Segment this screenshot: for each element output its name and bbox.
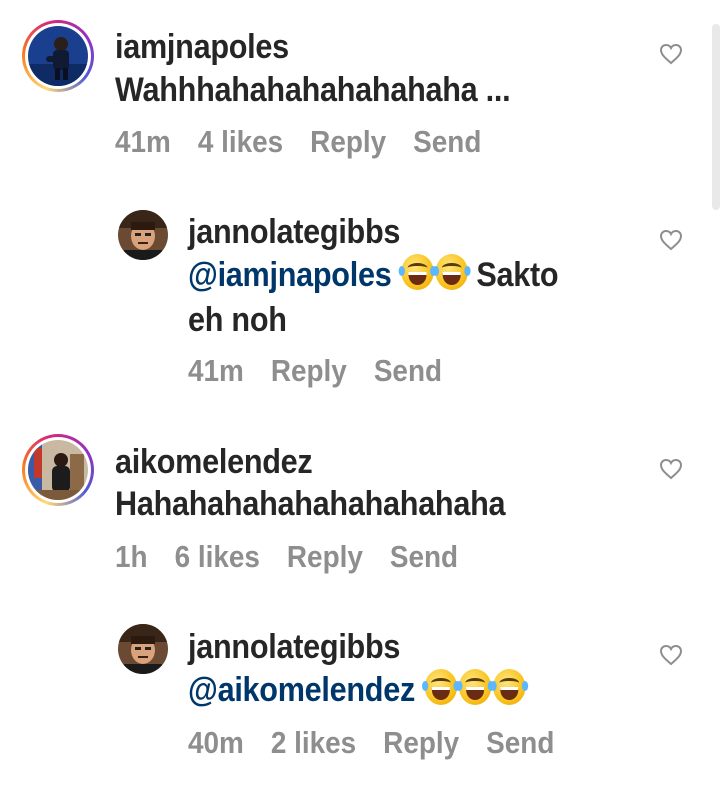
heart-icon[interactable] [659, 229, 683, 251]
heart-icon[interactable] [659, 458, 683, 480]
avatar-story-ring[interactable] [22, 20, 94, 92]
comment-time: 41m [188, 353, 244, 388]
reply-button[interactable]: Reply [310, 124, 386, 159]
heart-icon[interactable] [659, 43, 683, 65]
send-button[interactable]: Send [374, 353, 442, 388]
send-button[interactable]: Send [413, 124, 481, 159]
comment-username[interactable]: aikomelendez [115, 443, 313, 482]
avatar[interactable] [118, 210, 168, 260]
comment-time: 1h [115, 539, 148, 574]
mention-link[interactable]: @aikomelendez [188, 671, 415, 709]
avatar-story-ring[interactable] [22, 434, 94, 506]
reply-button[interactable]: Reply [287, 539, 363, 574]
comment-username[interactable]: iamjnapoles [115, 28, 289, 67]
comment-time: 40m [188, 725, 244, 760]
comment-meta: 41m Reply Send [188, 353, 469, 389]
likes-count[interactable]: 6 likes [175, 539, 260, 574]
avatar [28, 440, 88, 500]
comment-username[interactable]: jannolategibbs [188, 628, 400, 667]
comment-username[interactable]: jannolategibbs [188, 213, 400, 252]
reply-button[interactable]: Reply [383, 725, 459, 760]
mention-link[interactable]: @iamjnapoles [188, 256, 392, 294]
avatar [28, 26, 88, 86]
comment-meta: 40m 2 likes Reply Send [188, 725, 581, 761]
heart-icon[interactable] [659, 644, 683, 666]
laughing-emoji-icon [456, 669, 495, 705]
send-button[interactable]: Send [390, 539, 458, 574]
comment-meta: 41m 4 likes Reply Send [115, 124, 508, 160]
laughing-emoji-icon [422, 669, 461, 705]
laughing-emoji-icon [433, 254, 471, 290]
comment-time: 41m [115, 124, 171, 159]
comment-text-line2: eh noh [188, 301, 287, 339]
likes-count[interactable]: 2 likes [271, 725, 356, 760]
comment-meta: 1h 6 likes Reply Send [115, 539, 485, 575]
reply-button[interactable]: Reply [271, 353, 347, 388]
comment-text: Hahahahahahahahahahaha [115, 485, 506, 523]
laughing-emoji-icon [398, 254, 437, 290]
comment-text-tail: Sakto [476, 256, 559, 294]
comment-text: Wahhhahahahahahahaha ... [115, 71, 511, 109]
laughing-emoji-icon [490, 669, 529, 705]
send-button[interactable]: Send [486, 725, 554, 760]
comment-text: @iamjnapoles Sakto [188, 253, 559, 298]
avatar[interactable] [118, 624, 168, 674]
comment-text: @aikomelendez [188, 668, 529, 713]
likes-count[interactable]: 4 likes [198, 124, 283, 159]
scrollbar[interactable] [712, 24, 720, 210]
